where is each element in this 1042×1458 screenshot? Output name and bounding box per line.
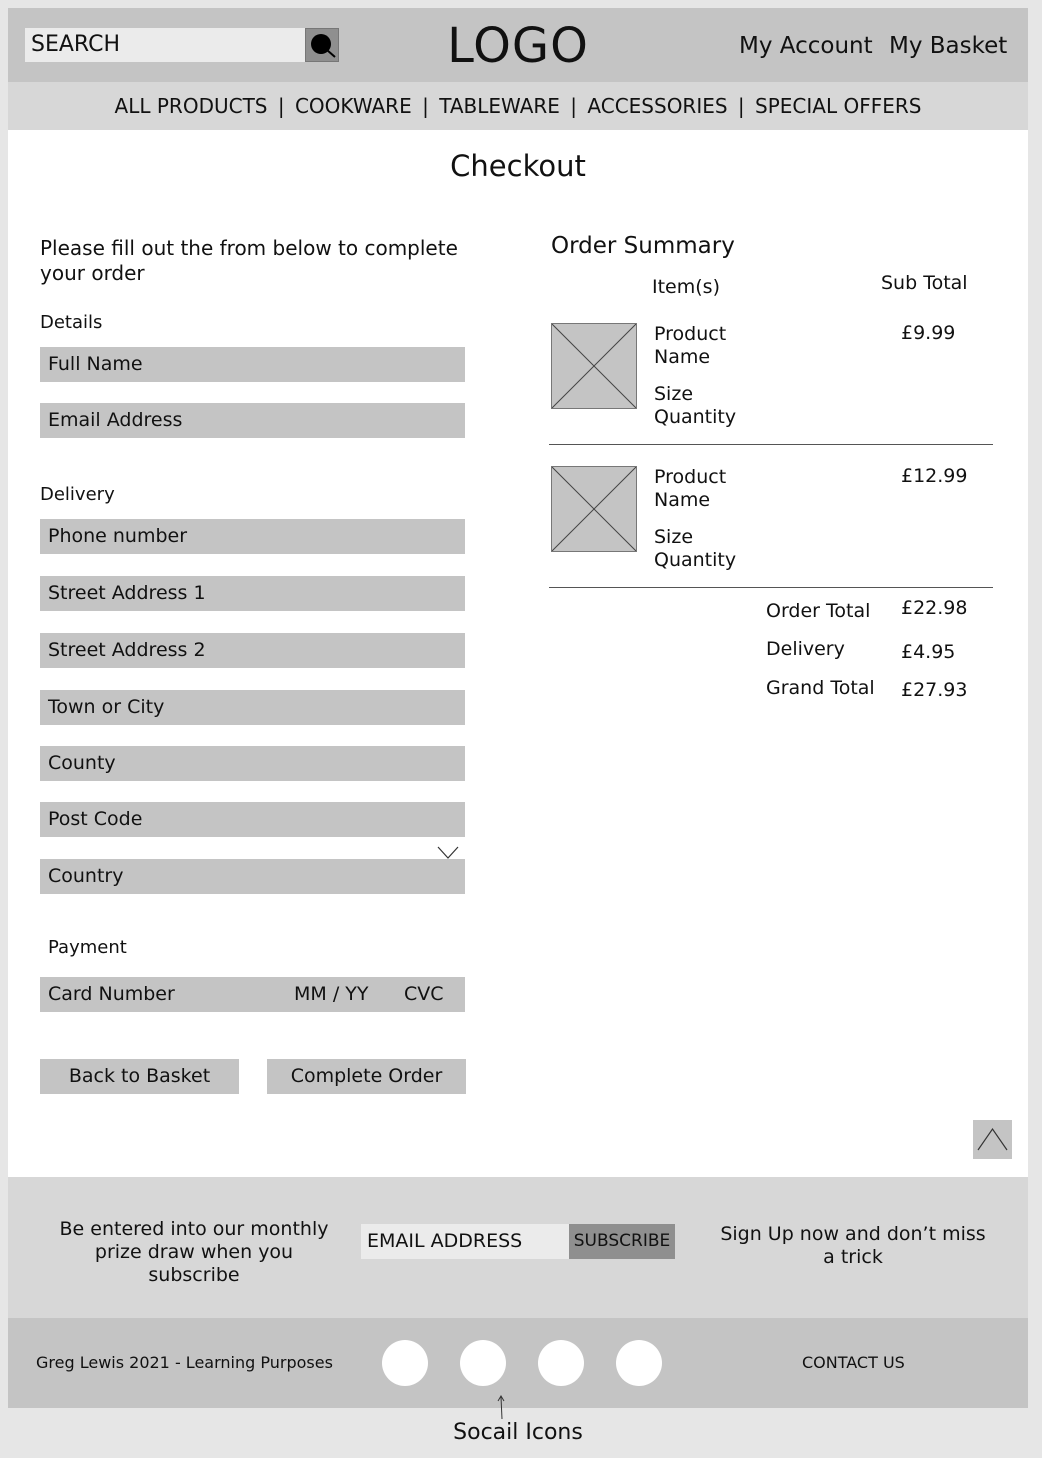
grand-total-value: £27.93 xyxy=(901,679,968,701)
nav-item-accessories[interactable]: ACCESSORIES xyxy=(587,94,727,118)
chevron-down-icon[interactable] xyxy=(437,845,459,859)
nav-separator: | xyxy=(570,94,578,118)
social-icon[interactable] xyxy=(460,1340,506,1386)
item-subtotal: £9.99 xyxy=(901,322,956,344)
footer-credit: Greg Lewis 2021 - Learning Purposes xyxy=(36,1353,333,1372)
social-icon[interactable] xyxy=(538,1340,584,1386)
product-name: Product Name xyxy=(654,466,727,511)
card-number-placeholder: Card Number xyxy=(48,983,175,1005)
order-total-label: Order Total xyxy=(766,600,871,622)
site-logo[interactable]: LOGO xyxy=(418,14,618,78)
form-intro: Please fill out the from below to comple… xyxy=(40,236,458,285)
search-button[interactable] xyxy=(305,28,339,62)
nav-separator: | xyxy=(737,94,745,118)
newsletter-signup-text: Sign Up now and don’t miss a trick xyxy=(720,1223,986,1268)
annotation-label: Socail Icons xyxy=(453,1420,583,1445)
back-to-basket-button[interactable]: Back to Basket xyxy=(40,1059,239,1094)
nav-item-tableware[interactable]: TABLEWARE xyxy=(439,94,560,118)
search-icon xyxy=(311,34,336,58)
nav-separator: | xyxy=(422,94,429,118)
complete-order-button[interactable]: Complete Order xyxy=(267,1059,466,1094)
grand-total-label: Grand Total xyxy=(766,677,875,699)
subscribe-button[interactable]: SUBSCRIBE xyxy=(569,1224,675,1259)
item-subtotal: £12.99 xyxy=(901,465,968,487)
full-name-field[interactable]: Full Name xyxy=(40,347,465,382)
product-image-placeholder xyxy=(551,466,637,552)
payment-heading: Payment xyxy=(48,937,127,958)
contact-us-link[interactable]: CONTACT US xyxy=(802,1352,905,1374)
product-size-quantity: Size Quantity xyxy=(654,383,737,428)
town-field[interactable]: Town or City xyxy=(40,690,465,725)
county-field[interactable]: County xyxy=(40,746,465,781)
phone-field[interactable]: Phone number xyxy=(40,519,465,554)
card-number-field[interactable]: Card Number xyxy=(40,977,465,1012)
delivery-heading: Delivery xyxy=(40,484,115,505)
search-input[interactable]: SEARCH xyxy=(25,28,305,62)
my-account-link[interactable]: My Account xyxy=(739,31,873,61)
order-summary-heading: Order Summary xyxy=(551,233,735,259)
newsletter-prize-text: Be entered into our monthly prize draw w… xyxy=(59,1218,329,1286)
my-basket-link[interactable]: My Basket xyxy=(889,31,1007,61)
subtotal-column-header: Sub Total xyxy=(881,272,968,294)
post-code-field[interactable]: Post Code xyxy=(40,802,465,837)
street-address-2-field[interactable]: Street Address 2 xyxy=(40,633,465,668)
product-size-quantity: Size Quantity xyxy=(654,526,737,571)
delivery-label: Delivery xyxy=(766,638,845,660)
delivery-value: £4.95 xyxy=(901,641,956,663)
items-column-header: Item(s) xyxy=(652,276,720,298)
newsletter-email-input[interactable]: EMAIL ADDRESS xyxy=(361,1224,569,1259)
product-image-placeholder xyxy=(551,323,637,409)
social-icon[interactable] xyxy=(382,1340,428,1386)
order-total-value: £22.98 xyxy=(901,597,968,619)
email-field[interactable]: Email Address xyxy=(40,403,465,438)
nav-item-special-offers[interactable]: SPECIAL OFFERS xyxy=(755,94,921,118)
nav-separator: | xyxy=(277,94,285,118)
annotation-arrow-icon xyxy=(492,1394,512,1420)
country-select[interactable]: Country xyxy=(40,859,465,894)
expiry-field[interactable]: MM / YY xyxy=(294,977,368,1012)
social-icon[interactable] xyxy=(616,1340,662,1386)
nav-item-cookware[interactable]: COOKWARE xyxy=(295,94,412,118)
main-nav: ALL PRODUCTS | COOKWARE | TABLEWARE | AC… xyxy=(8,82,1028,130)
street-address-1-field[interactable]: Street Address 1 xyxy=(40,576,465,611)
details-heading: Details xyxy=(40,312,103,333)
nav-item-all-products[interactable]: ALL PRODUCTS xyxy=(115,94,268,118)
divider xyxy=(549,587,993,588)
back-to-top-button[interactable] xyxy=(973,1120,1012,1159)
page-title: Checkout xyxy=(450,149,586,183)
product-name: Product Name xyxy=(654,323,727,368)
cvc-field[interactable]: CVC xyxy=(404,977,444,1012)
divider xyxy=(549,444,993,445)
chevron-up-icon xyxy=(977,1127,1008,1151)
